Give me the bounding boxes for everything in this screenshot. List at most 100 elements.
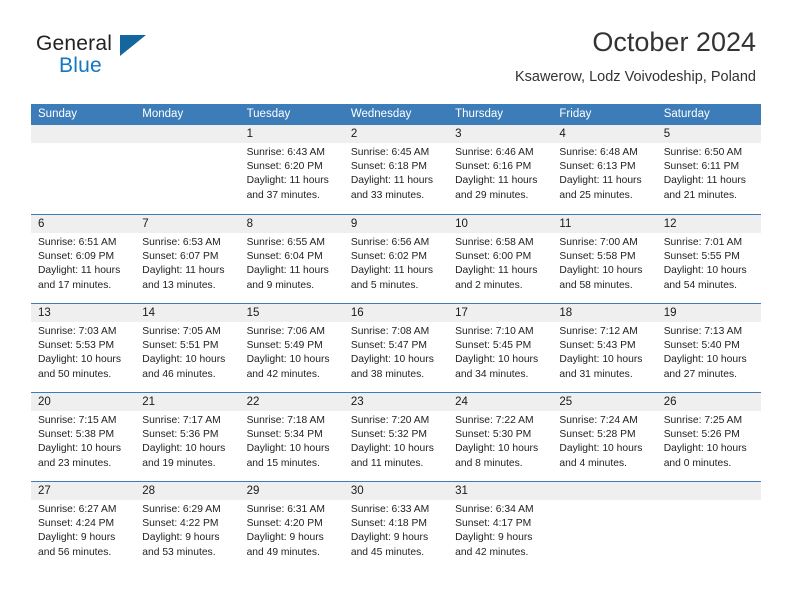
daylight-text: Daylight: 10 hours and 54 minutes. — [663, 265, 747, 291]
calendar-day-cell[interactable]: 12 Sunrise: 7:01 AM Sunset: 5:55 PM Dayligh… — [656, 215, 761, 303]
sunset-text: Sunset: 6:18 PM — [350, 161, 427, 173]
sunrise-text: Sunrise: 7:18 AM — [246, 415, 325, 426]
sunset-text: Sunset: 4:17 PM — [455, 518, 532, 530]
day-sun-info: Sunrise: 6:45 AM Sunset: 6:18 PM Daylight:… — [344, 143, 448, 203]
calendar-day-cell[interactable]: 24 Sunrise: 7:22 AM Sunset: 5:30 PM Dayligh… — [448, 393, 553, 481]
calendar-day-cell[interactable]: 21 Sunrise: 7:17 AM Sunset: 5:36 PM Dayligh… — [135, 393, 240, 481]
sunset-text: Sunset: 5:53 PM — [38, 340, 115, 352]
sunrise-text: Sunrise: 7:01 AM — [663, 237, 743, 248]
calendar-day-cell[interactable]: 22 Sunrise: 7:18 AM Sunset: 5:34 PM Dayligh… — [239, 393, 344, 481]
sunrise-text: Sunrise: 7:22 AM — [455, 415, 534, 426]
sunset-text: Sunset: 5:40 PM — [663, 340, 740, 352]
logo-triangle-icon — [120, 35, 146, 56]
title-block: October 2024 Ksawerow, Lodz Voivodeship,… — [515, 26, 756, 87]
day-sun-info: Sunrise: 6:34 AM Sunset: 4:17 PM Daylight:… — [448, 500, 552, 560]
calendar-day-cell[interactable]: 8 Sunrise: 6:55 AM Sunset: 6:04 PM Daylight… — [239, 215, 344, 303]
logo-secondary-text: Blue — [59, 54, 102, 77]
day-number: 16 — [343, 304, 449, 322]
daylight-text: Daylight: 10 hours and 31 minutes. — [559, 354, 643, 380]
day-number: 20 — [31, 393, 136, 411]
calendar-day-cell[interactable]: 16 Sunrise: 7:08 AM Sunset: 5:47 PM Dayligh… — [343, 304, 449, 392]
day-sun-info: Sunrise: 6:43 AM Sunset: 6:20 PM Daylight:… — [240, 143, 344, 203]
calendar-day-cell[interactable]: 4 Sunrise: 6:48 AM Sunset: 6:13 PM Daylight… — [552, 125, 657, 214]
sunset-text: Sunset: 6:04 PM — [246, 251, 323, 263]
calendar-day-cell[interactable]: 26 Sunrise: 7:25 AM Sunset: 5:26 PM Dayligh… — [656, 393, 761, 481]
calendar-day-cell[interactable]: 17 Sunrise: 7:10 AM Sunset: 5:45 PM Dayligh… — [448, 304, 553, 392]
day-number: 21 — [135, 393, 240, 411]
calendar-day-cell[interactable]: 1 Sunrise: 6:43 AM Sunset: 6:20 PM Daylight… — [239, 125, 344, 214]
daylight-text: Daylight: 11 hours and 5 minutes. — [350, 265, 434, 291]
day-number: 8 — [239, 215, 344, 233]
daylight-text: Daylight: 10 hours and 42 minutes. — [246, 354, 330, 380]
daylight-text: Daylight: 10 hours and 38 minutes. — [350, 354, 434, 380]
weekday-header-thursday: Thursday — [455, 108, 504, 120]
sunset-text: Sunset: 5:55 PM — [663, 251, 740, 263]
calendar-day-cell[interactable]: 25 Sunrise: 7:24 AM Sunset: 5:28 PM Dayligh… — [552, 393, 657, 481]
calendar-day-cell[interactable]: 28 Sunrise: 6:29 AM Sunset: 4:22 PM Dayligh… — [135, 482, 240, 570]
logo-primary-text: General — [36, 32, 113, 55]
day-sun-info: Sunrise: 6:56 AM Sunset: 6:02 PM Daylight:… — [344, 233, 448, 293]
calendar-day-cell[interactable]: 13 Sunrise: 7:03 AM Sunset: 5:53 PM Dayligh… — [31, 304, 136, 392]
page-title: October 2024 — [592, 27, 756, 57]
day-sun-info: Sunrise: 6:53 AM Sunset: 6:07 PM Daylight:… — [135, 233, 239, 293]
day-number: 28 — [135, 482, 240, 500]
sunset-text: Sunset: 5:45 PM — [455, 340, 532, 352]
sunset-text: Sunset: 4:24 PM — [38, 518, 115, 530]
sunset-text: Sunset: 6:02 PM — [350, 251, 427, 263]
sunrise-text: Sunrise: 7:08 AM — [350, 326, 430, 337]
calendar-day-cell[interactable]: 10 Sunrise: 6:58 AM Sunset: 6:00 PM Dayligh… — [448, 215, 553, 303]
calendar-day-cell[interactable]: 15 Sunrise: 7:06 AM Sunset: 5:49 PM Dayligh… — [239, 304, 344, 392]
day-number: 9 — [343, 215, 449, 233]
calendar-day-cell[interactable]: 30 Sunrise: 6:33 AM Sunset: 4:18 PM Dayligh… — [343, 482, 449, 570]
day-sun-info: Sunrise: 7:18 AM Sunset: 5:34 PM Daylight:… — [240, 411, 344, 471]
day-sun-info: Sunrise: 7:03 AM Sunset: 5:53 PM Daylight:… — [31, 322, 135, 382]
daylight-text: Daylight: 10 hours and 50 minutes. — [38, 354, 121, 380]
calendar-day-cell[interactable]: 23 Sunrise: 7:20 AM Sunset: 5:32 PM Dayligh… — [343, 393, 449, 481]
weekday-header-tuesday: Tuesday — [246, 108, 291, 120]
day-sun-info: Sunrise: 6:55 AM Sunset: 6:04 PM Daylight:… — [240, 233, 344, 293]
sunset-text: Sunset: 5:30 PM — [455, 429, 532, 441]
calendar-day-cell[interactable]: 2 Sunrise: 6:45 AM Sunset: 6:18 PM Daylight… — [343, 125, 449, 214]
calendar-day-cell[interactable]: 3 Sunrise: 6:46 AM Sunset: 6:16 PM Daylight… — [448, 125, 553, 214]
calendar-day-cell[interactable]: 7 Sunrise: 6:53 AM Sunset: 6:07 PM Daylight… — [135, 215, 240, 303]
sunset-text: Sunset: 5:43 PM — [559, 340, 636, 352]
calendar-day-cell[interactable]: 11 Sunrise: 7:00 AM Sunset: 5:58 PM Dayligh… — [552, 215, 657, 303]
calendar-day-cell[interactable]: 9 Sunrise: 6:56 AM Sunset: 6:02 PM Daylight… — [343, 215, 449, 303]
calendar-day-cell[interactable]: 6 Sunrise: 6:51 AM Sunset: 6:09 PM Daylight… — [31, 215, 136, 303]
calendar-day-cell[interactable]: 19 Sunrise: 7:13 AM Sunset: 5:40 PM Dayligh… — [656, 304, 761, 392]
calendar-day-cell[interactable]: 31 Sunrise: 6:34 AM Sunset: 4:17 PM Dayligh… — [448, 482, 553, 570]
weekday-header-monday: Monday — [142, 108, 184, 120]
sunset-text: Sunset: 6:13 PM — [559, 161, 636, 173]
calendar-day-cell[interactable]: 29 Sunrise: 6:31 AM Sunset: 4:20 PM Dayligh… — [239, 482, 344, 570]
sunrise-text: Sunrise: 6:53 AM — [142, 237, 221, 248]
day-sun-info: Sunrise: 7:06 AM Sunset: 5:49 PM Daylight:… — [240, 322, 344, 382]
calendar-day-cell-empty — [552, 482, 657, 570]
daylight-text: Daylight: 11 hours and 2 minutes. — [455, 265, 538, 291]
calendar-day-cell[interactable]: 5 Sunrise: 6:50 AM Sunset: 6:11 PM Daylight… — [656, 125, 761, 214]
daylight-text: Daylight: 10 hours and 15 minutes. — [246, 443, 330, 469]
sunset-text: Sunset: 5:58 PM — [559, 251, 636, 263]
calendar-day-cell[interactable]: 20 Sunrise: 7:15 AM Sunset: 5:38 PM Dayligh… — [31, 393, 136, 481]
sunrise-text: Sunrise: 7:12 AM — [559, 326, 638, 337]
weekday-header-friday: Friday — [559, 108, 592, 120]
calendar-day-cell[interactable]: 18 Sunrise: 7:12 AM Sunset: 5:43 PM Dayligh… — [552, 304, 657, 392]
weekday-header-wednesday: Wednesday — [350, 108, 412, 120]
day-number: 6 — [31, 215, 136, 233]
day-sun-info: Sunrise: 7:13 AM Sunset: 5:40 PM Daylight:… — [657, 322, 761, 382]
sunset-text: Sunset: 5:32 PM — [350, 429, 427, 441]
daylight-text: Daylight: 11 hours and 29 minutes. — [455, 175, 538, 201]
sunrise-text: Sunrise: 6:46 AM — [455, 147, 534, 158]
day-number — [135, 125, 240, 143]
daylight-text: Daylight: 11 hours and 13 minutes. — [142, 265, 225, 291]
day-number: 27 — [31, 482, 136, 500]
sunset-text: Sunset: 4:22 PM — [142, 518, 219, 530]
day-sun-info: Sunrise: 6:50 AM Sunset: 6:11 PM Daylight:… — [657, 143, 761, 203]
calendar-day-cell[interactable]: 27 Sunrise: 6:27 AM Sunset: 4:24 PM Dayligh… — [31, 482, 136, 570]
sunset-text: Sunset: 6:11 PM — [663, 161, 740, 173]
general-blue-logo[interactable]: General Blue — [36, 32, 216, 84]
calendar-week-row: 13 Sunrise: 7:03 AM Sunset: 5:53 PM Dayligh… — [31, 303, 761, 392]
sunset-text: Sunset: 5:26 PM — [663, 429, 740, 441]
day-sun-info: Sunrise: 6:33 AM Sunset: 4:18 PM Daylight:… — [344, 500, 448, 560]
sunrise-text: Sunrise: 6:31 AM — [246, 504, 325, 515]
calendar-day-cell[interactable]: 14 Sunrise: 7:05 AM Sunset: 5:51 PM Dayligh… — [135, 304, 240, 392]
